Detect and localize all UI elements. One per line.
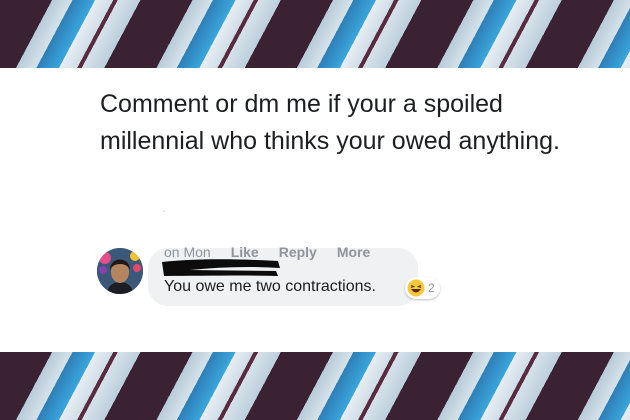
decorative-top-band [0, 0, 630, 68]
avatar-photo-icon [97, 248, 143, 294]
divider-dot [163, 210, 165, 212]
comment-timestamp[interactable]: on Mon [164, 244, 211, 260]
comment-actions: on Mon Like Reply More [164, 244, 390, 260]
more-button[interactable]: More [337, 244, 370, 260]
like-button[interactable]: Like [231, 244, 259, 260]
post-text: Comment or dm me if your a spoiled mille… [100, 90, 560, 155]
reaction-count: 2 [428, 281, 435, 295]
comment-text: You owe me two contractions. [164, 278, 376, 295]
decorative-bottom-band [0, 352, 630, 420]
post-card: Comment or dm me if your a spoiled mille… [0, 68, 630, 352]
reply-button[interactable]: Reply [279, 244, 317, 260]
laughing-emoji-icon [407, 279, 425, 297]
commenter-avatar[interactable] [97, 248, 143, 294]
reaction-summary[interactable]: 2 [405, 277, 440, 299]
